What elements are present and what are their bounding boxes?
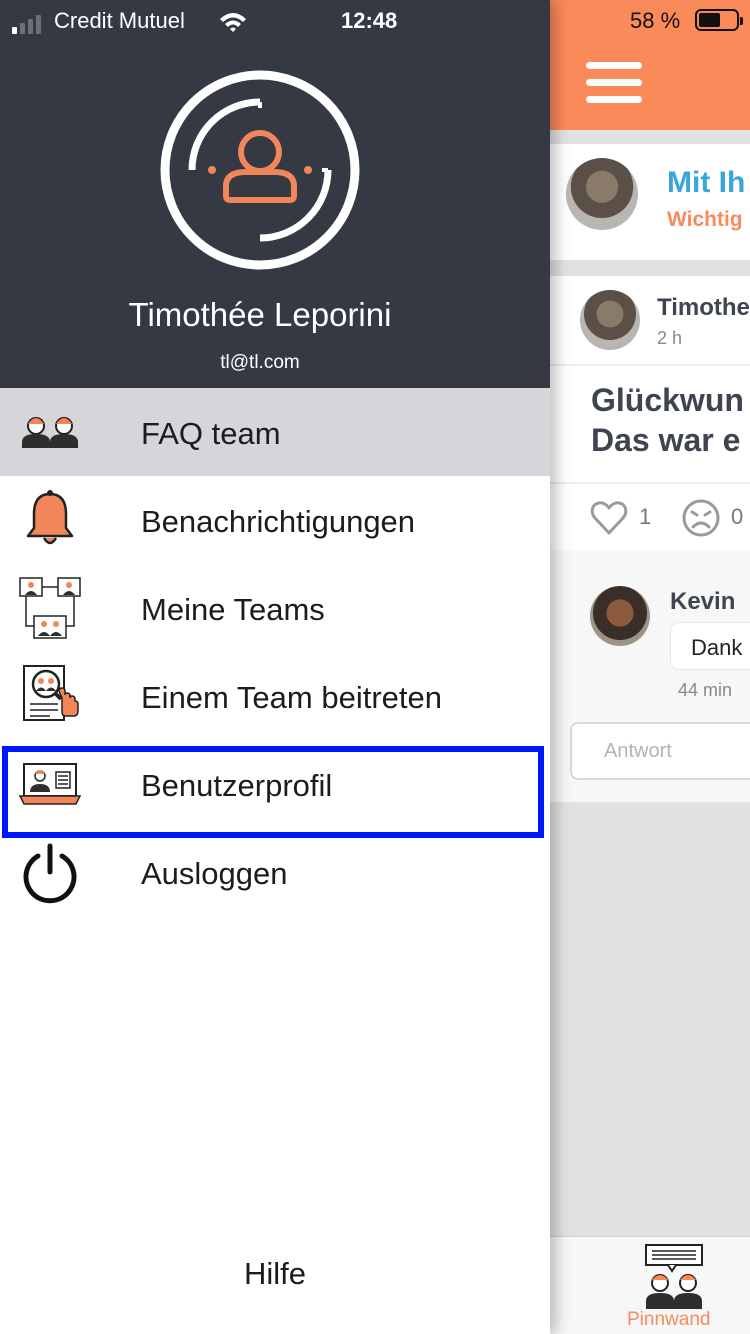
carrier-name: Credit Mutuel [54,8,185,33]
divider [550,364,750,366]
pinnwand-icon[interactable] [638,1243,712,1311]
menu-icon[interactable] [586,62,642,104]
avatar[interactable] [590,586,650,646]
menu-item-logout[interactable]: Ausloggen [0,828,550,916]
power-icon [23,843,77,904]
avatar[interactable] [580,290,640,350]
comment-bubble: Dank [670,622,750,670]
status-time: 12:48 [341,8,398,33]
menu-item-label: Ausloggen [141,856,288,891]
heart-icon[interactable] [589,498,629,538]
main-app-panel: 58 % Mit Ih Wichtig Timothe 2 h Glückwun… [550,0,750,1334]
profile-avatar-icon[interactable] [160,70,360,270]
reply-input[interactable] [570,722,750,780]
sad-count: 0 [731,504,744,529]
tab-bar: Pinnwand [550,1236,750,1334]
menu-item-join-team[interactable]: Einem Team beitreten [0,652,550,740]
post-text: Glückwun [591,382,744,418]
divider [550,482,750,484]
menu-item-my-teams[interactable]: Meine Teams [0,564,550,652]
signal-icon [12,15,41,34]
post-card: Timothe 2 h Glückwun Das war e 1 0 [550,276,750,550]
help-link[interactable]: Hilfe [0,1256,550,1292]
like-count: 1 [639,504,652,529]
navigation-drawer: Credit Mutuel 12:48 Timothée Leporini tl… [0,0,550,1334]
menu-item-label: Einem Team beitreten [141,680,442,715]
wifi-icon [220,13,246,32]
menu-item-faq-team[interactable]: FAQ team [0,388,550,476]
post-author[interactable]: Timothe [657,294,750,322]
comment-timestamp: 44 min [678,680,733,700]
battery-percent: 58 % [630,8,681,33]
promo-title: Mit Ih [667,166,746,199]
menu-item-label: Meine Teams [141,592,325,627]
post-text: Das war e [591,422,741,458]
bell-icon [26,490,74,545]
menu-item-label: Benachrichtigungen [141,504,416,539]
app-header: 58 % [550,0,750,130]
sad-face-icon[interactable] [681,498,721,538]
user-name: Timothée Leporini [128,296,392,333]
comment-section: Kevin Dank 44 min [550,550,750,802]
promo-subtitle: Wichtig [667,208,743,231]
menu-item-notifications[interactable]: Benachrichtigungen [0,476,550,564]
comment-text: Dank [691,635,743,660]
menu-item-label: FAQ team [141,416,281,451]
join-team-icon [23,665,79,721]
promo-card[interactable]: Mit Ih Wichtig [550,144,750,260]
team-faq-icon [22,417,78,448]
highlight-box [2,746,544,838]
user-email: tl@tl.com [220,352,300,373]
post-timestamp: 2 h [657,328,683,348]
drawer-header: Credit Mutuel 12:48 Timothée Leporini tl… [0,0,550,388]
teams-icon [19,577,81,639]
avatar [566,158,638,230]
battery-icon [695,9,743,31]
tab-pinnwand-label[interactable]: Pinnwand [627,1309,710,1331]
comment-author[interactable]: Kevin [670,588,735,616]
